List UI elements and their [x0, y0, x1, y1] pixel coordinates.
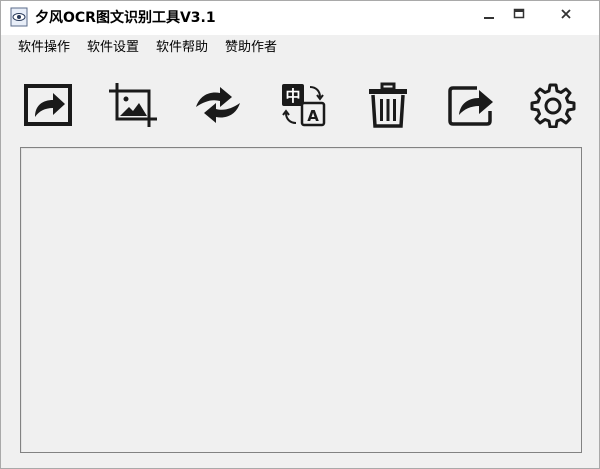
maximize-button[interactable]	[503, 1, 535, 27]
ocr-result-textarea[interactable]	[20, 147, 582, 453]
import-image-icon	[23, 83, 73, 131]
svg-text:中: 中	[285, 87, 300, 105]
close-button[interactable]	[535, 1, 597, 27]
rotate-icon	[192, 85, 244, 129]
minimize-button[interactable]	[473, 1, 505, 27]
close-icon	[560, 5, 572, 24]
share-button[interactable]	[444, 79, 500, 135]
rotate-button[interactable]	[190, 79, 246, 135]
share-export-icon	[447, 83, 497, 131]
translate-button[interactable]: 中 A	[275, 79, 331, 135]
import-image-button[interactable]	[20, 79, 76, 135]
menu-bar: 软件操作 软件设置 软件帮助 赞助作者	[1, 37, 599, 59]
menu-software-settings[interactable]: 软件设置	[87, 37, 139, 59]
screenshot-button[interactable]	[105, 79, 161, 135]
window-title: 夕风OCR图文识别工具V3.1	[35, 10, 216, 26]
toolbar: 中 A	[1, 73, 599, 137]
minimize-icon	[483, 5, 495, 24]
menu-software-operations[interactable]: 软件操作	[18, 37, 70, 59]
menu-software-help[interactable]: 软件帮助	[156, 37, 208, 59]
title-bar[interactable]: 夕风OCR图文识别工具V3.1	[1, 1, 599, 35]
gear-icon	[530, 82, 576, 132]
svg-text:A: A	[307, 107, 319, 125]
trash-icon	[366, 82, 410, 132]
app-window: 夕风OCR图文识别工具V3.1 软件操作 软件设置 软件帮助 赞助作者 中 A	[0, 0, 600, 469]
clear-button[interactable]	[360, 79, 416, 135]
menu-sponsor-author[interactable]: 赞助作者	[225, 37, 277, 59]
settings-button[interactable]	[525, 79, 581, 135]
maximize-icon	[513, 5, 525, 24]
translate-icon: 中 A	[279, 82, 327, 132]
eye-icon	[10, 7, 28, 27]
screenshot-crop-icon	[107, 81, 159, 133]
